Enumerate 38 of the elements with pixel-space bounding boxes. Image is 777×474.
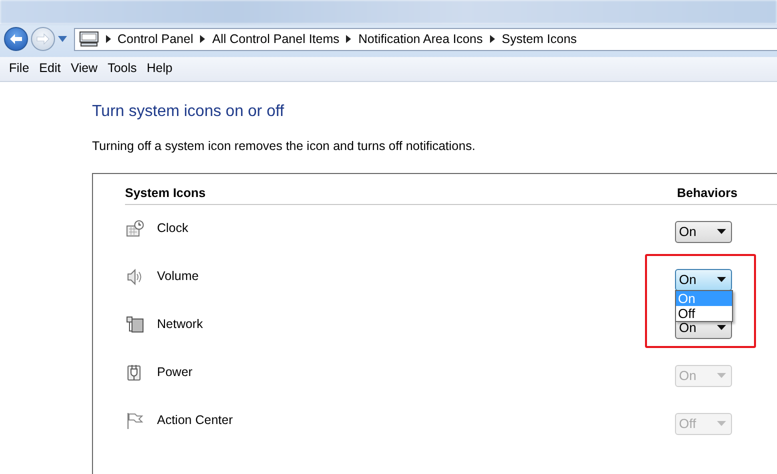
caret-icon	[717, 277, 726, 282]
speaker-icon	[126, 268, 144, 286]
behavior-dropdown[interactable]: On	[675, 268, 732, 290]
description-text: Turning off a system icon removes the icon and turns off notifications.	[92, 138, 476, 155]
column-header: System Icons	[125, 184, 207, 202]
column-header: Behaviors	[676, 184, 738, 202]
icon-name: Clock	[157, 220, 190, 237]
behavior-dropdown[interactable]: On	[675, 220, 732, 242]
icon-name: Volume	[157, 268, 200, 285]
menu-item[interactable]: File	[5, 58, 36, 79]
icon-name: Action Center	[157, 412, 234, 429]
chevron-icon[interactable]	[106, 35, 110, 43]
breadcrumb-link[interactable]: All Control Panel Items	[212, 30, 340, 48]
icon-name: Network	[157, 316, 204, 333]
breadcrumb-link[interactable]: Notification Area Icons	[358, 30, 483, 48]
computer-icon	[78, 31, 98, 47]
menu-item[interactable]: Edit	[35, 58, 67, 79]
breadcrumb-link[interactable]: Control Panel	[118, 30, 194, 48]
menu-item[interactable]: Tools	[104, 58, 143, 79]
back-arrow-icon[interactable]	[9, 33, 23, 45]
caret-icon	[717, 421, 726, 426]
caret-icon	[717, 325, 726, 330]
icon-name: Power	[157, 364, 194, 381]
chevron-icon[interactable]	[346, 35, 352, 43]
caret-icon	[717, 229, 726, 234]
caret-icon	[717, 373, 726, 378]
chevron-icon[interactable]	[490, 35, 495, 43]
breadcrumb-link[interactable]: System Icons	[502, 30, 577, 48]
flag-icon	[126, 412, 144, 430]
dropdown-caret-icon[interactable]	[58, 36, 68, 42]
address-field[interactable]: Control Panel All Control Panel Items Notification Area Icons System Icons	[74, 28, 777, 50]
chevron-icon[interactable]	[200, 35, 206, 43]
clock-icon	[126, 220, 144, 238]
menu-item[interactable]: Help	[142, 58, 178, 79]
page-heading: Turn system icons on or off	[92, 102, 286, 122]
network-icon	[126, 316, 144, 334]
menu-item[interactable]: View	[66, 58, 104, 79]
back-button[interactable]	[4, 27, 28, 51]
